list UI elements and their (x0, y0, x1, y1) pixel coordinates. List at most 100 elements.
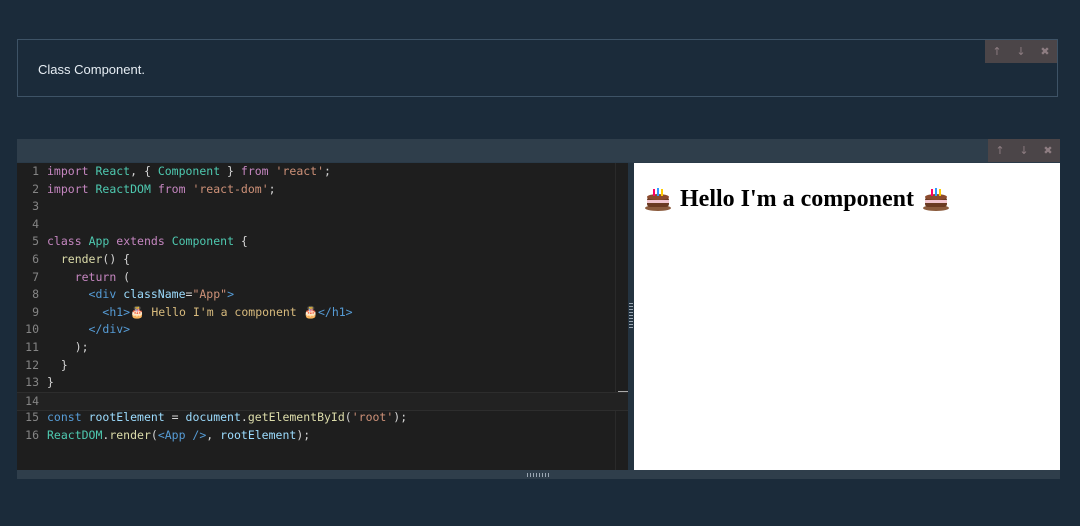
code-line[interactable]: 11 ); (17, 339, 628, 357)
code-cell: ↑ ↓ ✖ 1 import React, { Component } from … (17, 139, 1060, 479)
code-line[interactable]: 12 } (17, 357, 628, 375)
code-line[interactable]: 4 (17, 216, 628, 234)
code-line[interactable]: 7 return ( (17, 269, 628, 287)
code-token: ); (47, 340, 89, 354)
line-number: 4 (32, 216, 39, 231)
code-token: className (123, 287, 186, 302)
delete-icon[interactable]: ✖ (1036, 139, 1060, 162)
preview-heading: Hello I'm a component (644, 185, 950, 213)
code-token: import (47, 164, 89, 178)
code-token: import (47, 181, 89, 196)
code-line[interactable]: 3 (17, 198, 628, 216)
line-number: 15 (25, 410, 39, 425)
line-number: 10 (25, 322, 39, 337)
code-token: React (95, 164, 131, 178)
code-line[interactable]: 16 ReactDOM.render(<App />, rootElement); (17, 427, 628, 445)
code-token: extends (116, 234, 165, 249)
cake-icon (923, 188, 949, 211)
code-token: ( (150, 428, 158, 442)
code-token: ); (393, 410, 408, 425)
code-token: 'root' (351, 410, 394, 425)
line-number: 1 (32, 164, 39, 178)
code-token: 'react' (275, 164, 325, 178)
code-token: Component (171, 234, 234, 249)
code-line[interactable]: 13} (17, 374, 628, 392)
code-token: ReactDOM (47, 428, 103, 442)
code-line[interactable]: 6 render() { (17, 251, 628, 269)
code-token: <div (88, 287, 117, 302)
code-line[interactable]: 10 </div> (17, 321, 628, 339)
drag-handle-icon[interactable] (527, 473, 551, 477)
code-token: render (109, 428, 151, 442)
code-line[interactable]: 15 const rootElement = document.getElemen… (17, 409, 628, 427)
code-token: } (220, 164, 241, 178)
code-token: "App" (192, 287, 228, 302)
code-token: () { (102, 252, 131, 266)
code-token: from (240, 164, 269, 178)
line-number: 7 (32, 269, 39, 284)
code-token: </h1> (317, 304, 353, 319)
code-token: </div> (88, 322, 131, 337)
line-number: 8 (32, 287, 39, 302)
line-number: 3 (32, 199, 39, 214)
code-token: ); (296, 428, 311, 442)
drag-handle-icon[interactable] (629, 303, 633, 329)
cake-icon (645, 188, 671, 211)
code-line[interactable]: 8 <div className="App"> (17, 286, 628, 304)
code-token: <h1> (102, 304, 131, 319)
line-number: 14 (25, 393, 39, 408)
code-token: , { (130, 164, 158, 178)
code-editor[interactable]: 1 import React, { Component } from 'react… (17, 163, 628, 470)
code-token: > (227, 287, 234, 302)
code-token: { (234, 234, 248, 249)
code-token: rootElement (88, 410, 165, 425)
move-down-icon[interactable]: ↓ (1009, 40, 1033, 63)
code-token: } (47, 357, 68, 372)
code-token: 🎂 Hello I'm a component 🎂 (130, 304, 318, 319)
code-token: ReactDOM (95, 181, 151, 196)
move-down-icon[interactable]: ↓ (1012, 139, 1036, 162)
code-token: class (47, 234, 82, 249)
delete-icon[interactable]: ✖ (1033, 40, 1057, 63)
code-line[interactable]: 2 import ReactDOM from 'react-dom'; (17, 181, 628, 199)
markdown-cell[interactable]: Class Component. ↑ ↓ ✖ (17, 39, 1058, 97)
code-line[interactable]: 1 import React, { Component } from 'react… (17, 163, 628, 181)
move-up-icon[interactable]: ↑ (985, 40, 1009, 63)
cell-toolbar: ↑ ↓ ✖ (985, 40, 1057, 63)
code-cell-header (17, 139, 1060, 162)
line-number: 5 (32, 234, 39, 249)
line-number: 11 (25, 340, 39, 354)
code-token: getElementById (247, 410, 345, 425)
code-token: ; (324, 164, 331, 178)
code-token: ( (344, 410, 352, 425)
cell-toolbar: ↑ ↓ ✖ (988, 139, 1060, 162)
line-number: 12 (25, 357, 39, 372)
code-token: , (206, 428, 221, 442)
code-token: . (240, 410, 248, 425)
move-up-icon[interactable]: ↑ (988, 139, 1012, 162)
code-line[interactable]: 9 <h1>🎂 Hello I'm a component 🎂</h1> (17, 304, 628, 322)
code-line[interactable]: 5 class App extends Component { (17, 233, 628, 251)
code-token: from (157, 181, 186, 196)
code-token: Component (157, 164, 221, 178)
code-token: render (60, 252, 103, 266)
code-token: rootElement (220, 428, 297, 442)
markdown-cell-text: Class Component. (38, 62, 145, 77)
line-number: 2 (32, 181, 39, 196)
preview-heading-text: Hello I'm a component (680, 185, 914, 212)
code-token: 'react-dom' (192, 181, 269, 196)
code-token: ; (268, 181, 276, 196)
code-token: = (164, 410, 186, 425)
line-number: 13 (25, 375, 39, 390)
horizontal-splitter[interactable] (17, 470, 1060, 479)
code-token: return (74, 269, 117, 284)
